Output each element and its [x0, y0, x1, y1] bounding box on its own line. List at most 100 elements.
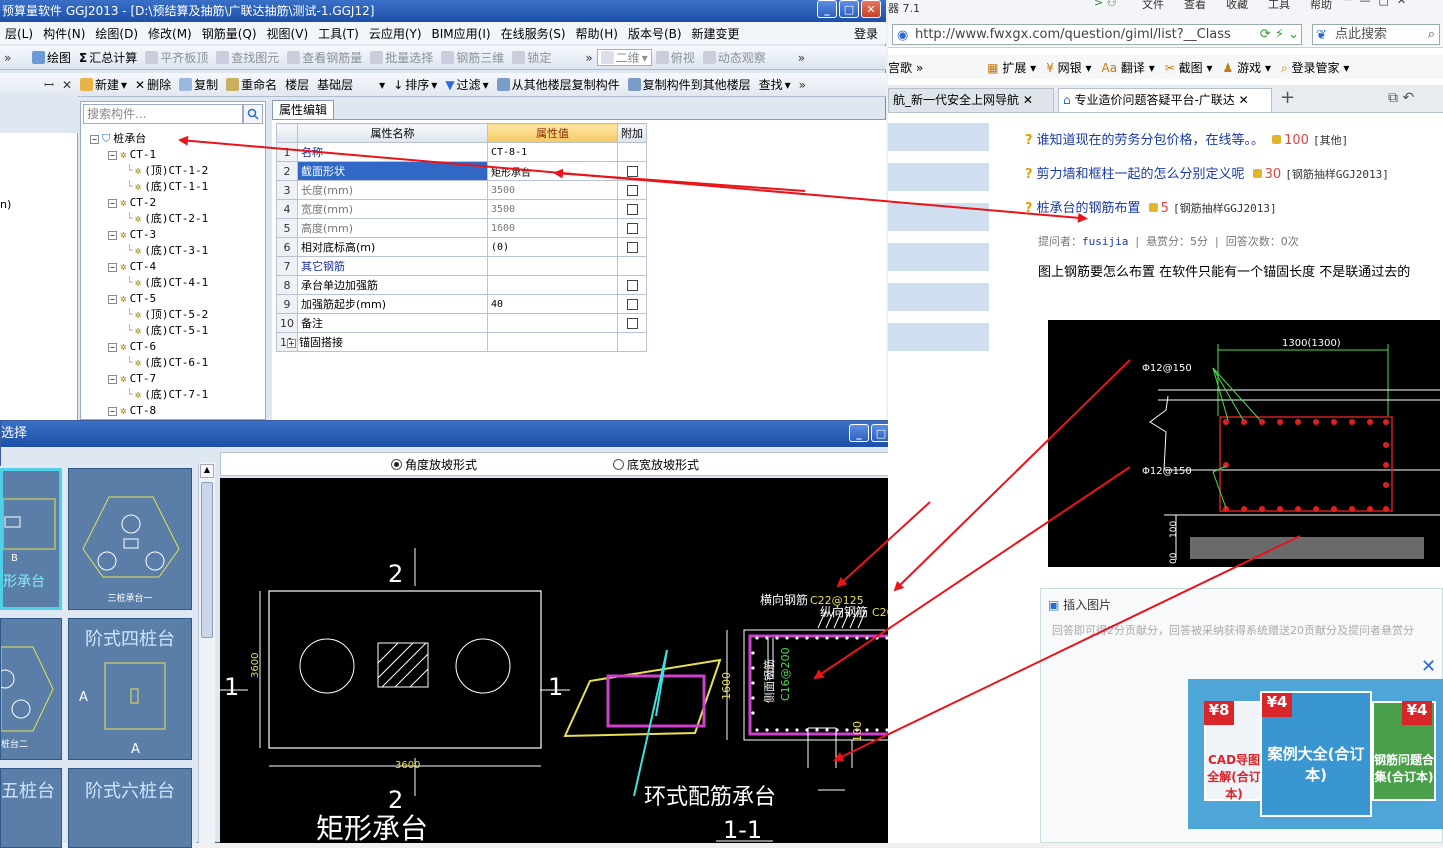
property-value[interactable]: [487, 313, 618, 333]
tree-item[interactable]: └ ✲ (顶)CT-1-2: [126, 163, 208, 179]
question-item[interactable]: ? 谁知道现在的劳务分包价格，在线等。。 100 [其他]: [1025, 129, 1348, 148]
search-icon[interactable]: [243, 104, 263, 124]
tree-item[interactable]: − ⛉ 桩承台: [90, 131, 146, 147]
new-tab-icon[interactable]: +: [1280, 87, 1295, 108]
ad-close-icon[interactable]: ✕: [1421, 656, 1436, 677]
property-row[interactable]: 4 宽度(mm) 3500: [276, 199, 647, 219]
radio-bottom-width-slope[interactable]: 底宽放坡形式: [613, 456, 699, 473]
menu-item[interactable]: 登录: [849, 25, 886, 42]
menu-item[interactable]: 钢筋量(Q): [197, 25, 262, 42]
refresh-icon[interactable]: ⟳ ⚡ ⌄: [1255, 25, 1299, 44]
extra-checkbox[interactable]: [626, 166, 638, 177]
extra-checkbox[interactable]: [626, 299, 638, 310]
thumb-stepped-four[interactable]: 阶式四桩台 AA: [68, 618, 192, 760]
tree-item[interactable]: − ✲ CT-4: [108, 259, 156, 275]
browser-menu-item[interactable]: 帮助: [1310, 0, 1332, 12]
user-icon[interactable]: > ⚇: [1094, 0, 1117, 9]
property-row[interactable]: 9 加强筋起步(mm) 40: [276, 294, 647, 314]
scroll-thumb[interactable]: [201, 482, 213, 638]
question-title[interactable]: 桩承台的钢筋布置: [1037, 201, 1141, 216]
menu-item[interactable]: 版本号(B): [623, 25, 687, 42]
property-row[interactable]: 5 高度(mm) 1600: [276, 218, 647, 238]
question-title[interactable]: 剪力墙和框柱一起的怎么分别定义呢: [1037, 167, 1245, 182]
tree-item[interactable]: − ✲ CT-7: [108, 371, 156, 387]
menu-item[interactable]: 视图(V): [262, 25, 314, 42]
menu-item[interactable]: 在线服务(S): [496, 25, 571, 42]
property-value[interactable]: 40: [487, 294, 618, 314]
browser-menu-item[interactable]: 工具: [1268, 0, 1290, 12]
favorite-item[interactable]: ✂ 截图 ▾: [1165, 59, 1213, 76]
floor-select[interactable]: 基础层 ▾: [313, 76, 389, 93]
delete-button[interactable]: ✕ 删除: [131, 76, 175, 93]
property-value[interactable]: 3500: [487, 180, 618, 200]
thumb-three-pile[interactable]: 三桩承台一: [68, 468, 192, 610]
copy-to-floor-button[interactable]: 复制构件到其他楼层: [624, 76, 755, 93]
sort-button[interactable]: ↓ 排序 ▾: [389, 76, 441, 93]
asker-name[interactable]: fusijia: [1082, 235, 1128, 248]
web-search-input[interactable]: ❦ 点此搜索 ⌕: [1312, 24, 1440, 45]
tree-item[interactable]: − ✲ CT-3: [108, 227, 156, 243]
expand-icon[interactable]: +: [287, 338, 296, 348]
tree-item[interactable]: − ✲ CT-5: [108, 291, 156, 307]
lock-button[interactable]: 锁定: [508, 49, 555, 66]
search-icon[interactable]: ⌕: [1428, 25, 1435, 44]
browser-menu-item[interactable]: 查看: [1184, 0, 1206, 12]
close-tab-icon[interactable]: ✕: [1023, 93, 1033, 107]
extra-checkbox[interactable]: [626, 204, 638, 215]
collapse-icon[interactable]: −: [108, 342, 117, 352]
close-icon[interactable]: ✕: [1397, 0, 1406, 7]
new-button[interactable]: 新建 ▾: [76, 76, 131, 93]
tree-item[interactable]: └ ✲ (底)CT-5-1: [126, 323, 208, 339]
menu-item[interactable]: 新建变更: [687, 25, 745, 42]
property-value[interactable]: CT-8-1: [487, 142, 618, 162]
extra-checkbox[interactable]: [626, 318, 638, 329]
property-value[interactable]: 矩形承台: [487, 161, 618, 181]
favorite-item[interactable]: ⌕ 登录管家 ▾: [1281, 59, 1349, 76]
favorite-item[interactable]: ▦ 扩展 ▾: [987, 59, 1036, 76]
tab-tools-icon[interactable]: ⧉ ↶: [1388, 90, 1414, 106]
extra-checkbox[interactable]: [626, 223, 638, 234]
collapse-icon[interactable]: −: [108, 262, 117, 272]
close-panel-icon[interactable]: ✕: [62, 78, 72, 92]
tree-item[interactable]: − ✲ CT-8: [108, 403, 156, 419]
menu-item[interactable]: 层(L): [0, 25, 38, 42]
menu-item[interactable]: BIM应用(I): [427, 25, 496, 42]
tree-item[interactable]: − ✲ CT-1: [108, 147, 156, 163]
sum-calc-button[interactable]: Σ 汇总计算: [75, 49, 141, 66]
insert-image-button[interactable]: ▣ 插入图片: [1048, 596, 1111, 613]
thumb-stepped-six[interactable]: 阶式六桩台: [68, 768, 192, 848]
property-value[interactable]: (0): [487, 237, 618, 257]
tab-navigation[interactable]: 航_新一代安全上网导航 ✕: [888, 88, 1054, 112]
search-button[interactable]: 查找 ▾: [755, 76, 795, 93]
property-value[interactable]: [487, 332, 618, 352]
collapse-icon[interactable]: −: [108, 230, 117, 240]
rename-button[interactable]: 重命名: [222, 76, 281, 93]
tree-item[interactable]: └ ✲ (底)CT-4-1: [126, 275, 208, 291]
maximize-button[interactable]: □: [839, 0, 859, 18]
copy-from-floor-button[interactable]: 从其他楼层复制构件: [493, 76, 624, 93]
minimize-icon[interactable]: —: [1359, 0, 1370, 7]
collapse-icon[interactable]: −: [90, 134, 99, 144]
tree-item[interactable]: └ ✲ (底)CT-6-1: [126, 355, 208, 371]
collapse-icon[interactable]: −: [108, 294, 117, 304]
extra-checkbox[interactable]: [626, 242, 638, 253]
reply-input[interactable]: 回答即可得2分贡献分，回答被采纳获得系统赠送20贡献分及提问者悬赏分: [1052, 622, 1440, 638]
tab-property-edit[interactable]: 属性编辑: [272, 100, 334, 120]
rebar-3d-button[interactable]: 钢筋三维: [437, 49, 508, 66]
batch-select-button[interactable]: 批量选择: [366, 49, 437, 66]
close-button[interactable]: ✕: [861, 0, 881, 18]
thumb-five-pile[interactable]: 五桩台: [0, 768, 62, 848]
dynamic-view-button[interactable]: 动态观察: [699, 49, 770, 66]
question-title[interactable]: 谁知道现在的劳务分包价格，在线等。。: [1037, 133, 1265, 148]
menu-item[interactable]: 构件(N): [38, 25, 90, 42]
pin-icon[interactable]: ▀: [1343, 0, 1351, 7]
dialog-minimize-button[interactable]: _: [849, 424, 869, 442]
property-row[interactable]: 7 其它钢筋: [276, 256, 647, 276]
question-item[interactable]: ? 桩承台的钢筋布置 5 [钢筋抽样GGJ2013]: [1025, 197, 1277, 216]
close-tab-icon[interactable]: ✕: [1239, 93, 1249, 107]
property-row[interactable]: 11+锚固搭接: [276, 332, 647, 352]
extra-checkbox[interactable]: [626, 185, 638, 196]
property-row[interactable]: 8 承台单边加强筋: [276, 275, 647, 295]
collapse-icon[interactable]: −: [108, 406, 117, 416]
tab-qa-platform[interactable]: ⌂ 专业造价问题答疑平台-广联达 ✕: [1058, 88, 1272, 112]
